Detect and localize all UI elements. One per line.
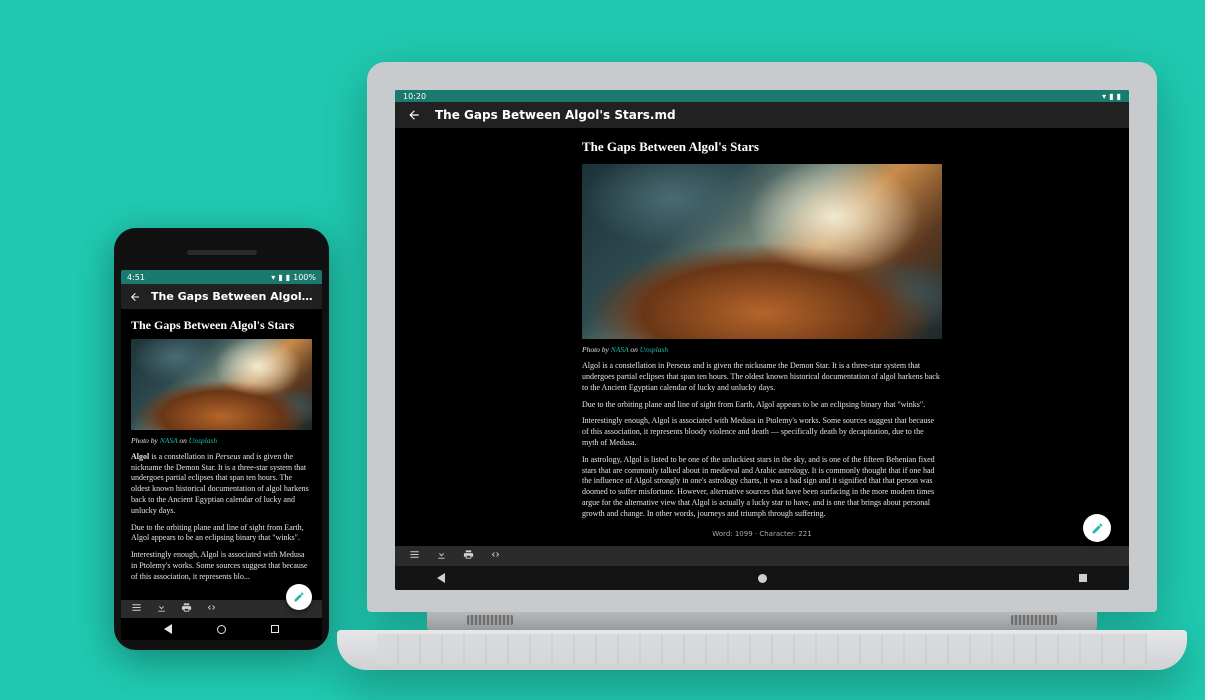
paragraph: Due to the orbiting plane and line of si… — [582, 400, 942, 411]
phone-frame: 4:51 ▾ ▮ ▮ 100% The Gaps Between Algol's… — [114, 228, 329, 650]
image-caption: Photo by NASA on Unsplash — [131, 436, 312, 446]
nav-back-icon[interactable] — [437, 573, 445, 583]
view-icon[interactable] — [131, 600, 142, 618]
nav-home-icon[interactable] — [217, 625, 226, 634]
word-character-count: Word: 1099 · Character: 221 — [395, 530, 1129, 538]
nav-back-icon[interactable] — [164, 624, 172, 634]
article-content[interactable]: The Gaps Between Algol's Stars Photo by … — [395, 128, 1129, 546]
source-link[interactable]: Unsplash — [189, 436, 217, 445]
app-title: The Gaps Between Algol's Sta... — [151, 290, 314, 303]
laptop-hinge — [427, 612, 1097, 630]
android-nav-bar — [395, 566, 1129, 590]
battery-icon: ▮ — [286, 273, 290, 282]
edit-fab[interactable] — [286, 584, 312, 610]
download-icon[interactable] — [156, 600, 167, 618]
status-bar: 4:51 ▾ ▮ ▮ 100% — [121, 270, 322, 284]
phone-screen: 4:51 ▾ ▮ ▮ 100% The Gaps Between Algol's… — [121, 270, 322, 640]
author-link[interactable]: NASA — [160, 436, 178, 445]
status-time: 4:51 — [127, 273, 145, 282]
paragraph: Interestingly enough, Algol is associate… — [131, 550, 312, 582]
paragraph: Algol is a constellation in Perseus and … — [582, 361, 942, 393]
wifi-icon: ▾ — [1102, 92, 1106, 101]
nav-recents-icon[interactable] — [271, 625, 279, 633]
status-bar: 10:20 ▾ ▮ ▮ — [395, 90, 1129, 102]
paragraph: Due to the orbiting plane and line of si… — [131, 523, 312, 545]
article-content[interactable]: The Gaps Between Algol's Stars Photo by … — [121, 309, 322, 600]
battery-label: 100% — [293, 273, 316, 282]
source-link[interactable]: Unsplash — [640, 345, 668, 354]
laptop-keyboard — [377, 634, 1147, 664]
paragraph: In astrology, Algol is listed to be one … — [582, 455, 942, 520]
laptop-frame: 10:20 ▾ ▮ ▮ The Gaps Between Algol's Sta… — [367, 62, 1157, 670]
print-icon[interactable] — [463, 547, 474, 565]
code-icon[interactable] — [206, 600, 217, 618]
phone-speaker — [187, 250, 257, 255]
back-icon[interactable] — [407, 108, 421, 122]
battery-icon: ▮ — [1117, 92, 1121, 101]
wifi-icon: ▾ — [271, 273, 275, 282]
code-icon[interactable] — [490, 547, 501, 565]
app-bar: The Gaps Between Algol's Sta... — [121, 284, 322, 309]
app-title: The Gaps Between Algol's Stars.md — [435, 108, 676, 122]
bottom-toolbar — [395, 546, 1129, 566]
download-icon[interactable] — [436, 547, 447, 565]
article-image — [131, 339, 312, 430]
nav-home-icon[interactable] — [758, 574, 767, 583]
laptop-screen: 10:20 ▾ ▮ ▮ The Gaps Between Algol's Sta… — [395, 90, 1129, 590]
article-heading: The Gaps Between Algol's Stars — [131, 317, 312, 333]
view-icon[interactable] — [409, 547, 420, 565]
status-time: 10:20 — [403, 92, 426, 101]
signal-icon: ▮ — [1109, 92, 1113, 101]
author-link[interactable]: NASA — [611, 345, 629, 354]
signal-icon: ▮ — [278, 273, 282, 282]
article-image — [582, 164, 942, 340]
image-caption: Photo by NASA on Unsplash — [582, 345, 942, 355]
print-icon[interactable] — [181, 600, 192, 618]
edit-fab[interactable] — [1083, 514, 1111, 542]
laptop-lid: 10:20 ▾ ▮ ▮ The Gaps Between Algol's Sta… — [367, 62, 1157, 612]
paragraph: Interestingly enough, Algol is associate… — [582, 416, 942, 448]
back-icon[interactable] — [129, 291, 141, 303]
laptop-base — [337, 630, 1187, 670]
paragraph: Algol is a constellation in Perseus and … — [131, 452, 312, 517]
app-bar: The Gaps Between Algol's Stars.md — [395, 102, 1129, 128]
article-heading: The Gaps Between Algol's Stars — [582, 138, 942, 156]
nav-recents-icon[interactable] — [1079, 574, 1087, 582]
android-nav-bar — [121, 618, 322, 640]
